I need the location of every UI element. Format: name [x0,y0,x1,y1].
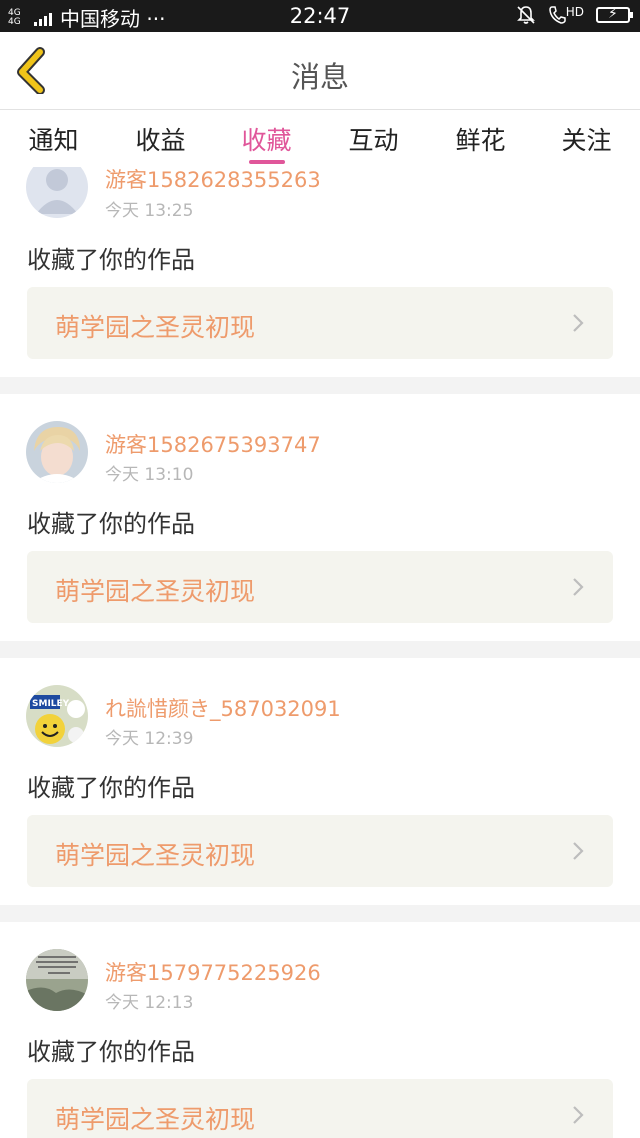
work-title: 萌学园之圣灵初现 [55,841,256,870]
work-title: 萌学园之圣灵初现 [55,313,256,342]
smiley-sticker-avatar-icon: SMILEY [26,685,88,747]
svg-text:SMILEY: SMILEY [32,699,70,709]
battery-charging-icon: ⚡ [596,6,633,23]
action-text: 收藏了你的作品 [27,1038,195,1066]
tab-following[interactable]: 关注 [533,121,640,157]
avatar[interactable]: SMILEY [26,685,88,747]
tab-favorites[interactable]: 收藏 [213,121,320,157]
action-text: 收藏了你的作品 [27,246,195,274]
username[interactable]: 游客1582675393747 [105,429,321,459]
avatar[interactable] [26,167,88,218]
header: 消息 [0,32,640,110]
work-link[interactable]: 萌学园之圣灵初现 [27,815,613,887]
card-divider [0,377,640,394]
page-title: 消息 [290,60,349,94]
status-right: HD ⚡ [516,5,633,25]
message-card: 游客1582628355263 今天 13:25 收藏了你的作品 萌学园之圣灵初… [0,167,640,359]
message-card: 游客1582675393747 今天 13:10 收藏了你的作品 萌学园之圣灵初… [0,394,640,641]
blond-boy-avatar-icon [26,421,88,483]
timestamp: 今天 13:25 [105,201,194,221]
action-text: 收藏了你的作品 [27,774,195,802]
card-divider [0,905,640,922]
work-title: 萌学园之圣灵初现 [55,577,256,606]
status-bar: 4G 4G 中国移动 ··· 22:47 HD ⚡ [0,0,640,32]
work-link[interactable]: 萌学园之圣灵初现 [27,551,613,623]
timestamp: 今天 12:39 [105,729,194,749]
mute-bell-icon [516,6,535,24]
call-hd-icon: HD [548,5,584,25]
work-title: 萌学园之圣灵初现 [55,1105,256,1134]
tab-bar: 通知 收益 收藏 互动 鲜花 关注 [0,111,640,167]
card-divider [0,641,640,658]
tab-notifications[interactable]: 通知 [0,121,107,157]
username[interactable]: れ詤惜颜き_587032091 [105,693,341,723]
avatar[interactable] [26,949,88,1011]
username[interactable]: 游客1582628355263 [105,167,321,194]
chevron-right-icon [573,842,584,860]
work-link[interactable]: 萌学园之圣灵初现 [27,1079,613,1138]
timestamp: 今天 12:13 [105,993,194,1013]
avatar[interactable] [26,421,88,483]
message-card: SMILEY れ詤惜颜き_587032091 今天 12:39 收藏了你的作品 … [0,658,640,905]
message-list[interactable]: 游客1582628355263 今天 13:25 收藏了你的作品 萌学园之圣灵初… [0,167,640,1138]
text-image-avatar-icon [26,949,88,1011]
chevron-right-icon [573,578,584,596]
hd-label: HD [565,5,584,19]
chevron-right-icon [573,1106,584,1124]
timestamp: 今天 13:10 [105,465,194,485]
work-link[interactable]: 萌学园之圣灵初现 [27,287,613,359]
chevron-right-icon [573,314,584,332]
message-card: 游客1579775225926 今天 12:13 收藏了你的作品 萌学园之圣灵初… [0,922,640,1138]
tab-flowers[interactable]: 鲜花 [427,121,534,157]
active-tab-indicator [249,160,285,164]
default-person-avatar-icon [26,167,88,218]
action-text: 收藏了你的作品 [27,510,195,538]
tab-interactions[interactable]: 互动 [320,121,427,157]
username[interactable]: 游客1579775225926 [105,957,321,987]
tab-earnings[interactable]: 收益 [107,121,214,157]
